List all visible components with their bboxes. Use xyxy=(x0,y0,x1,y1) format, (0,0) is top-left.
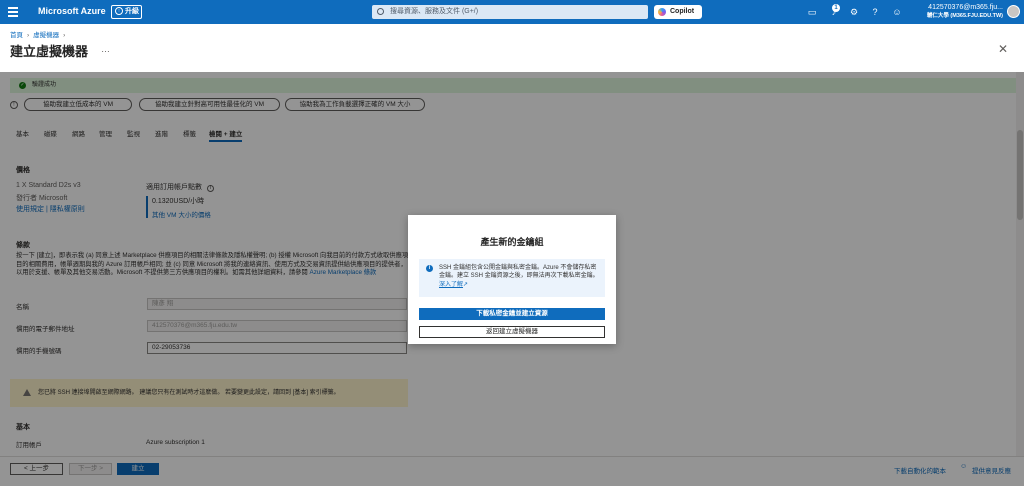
breadcrumb-vms[interactable]: 虛擬機器 xyxy=(33,32,59,39)
menu-icon[interactable] xyxy=(8,7,18,17)
feedback-icon[interactable]: ☺ xyxy=(891,6,903,18)
generate-key-pair-dialog: 產生新的金鑰組 i SSH 金鑰組包含公開金鑰與私密金鑰。Azure 不會儲存私… xyxy=(408,215,616,344)
account-info[interactable]: 412570376@m365.fju... 輔仁大學 (M365.FJU.EDU… xyxy=(917,3,1003,21)
breadcrumb-home[interactable]: 首頁 xyxy=(10,32,23,39)
close-icon[interactable]: ✕ xyxy=(998,42,1008,56)
chevron-right-icon: › xyxy=(27,32,30,39)
upgrade-button[interactable]: ↑ 升級 xyxy=(111,5,142,19)
info-icon: i xyxy=(426,265,433,272)
page-title: 建立虛擬機器 xyxy=(10,44,89,59)
account-org: 輔仁大學 (M365.FJU.EDU.TW) xyxy=(926,13,1003,19)
search-icon xyxy=(377,8,384,15)
brand-title[interactable]: Microsoft Azure xyxy=(38,6,106,16)
account-email: 412570376@m365.fju... xyxy=(928,4,1003,11)
search-placeholder: 搜尋資源、服務及文件 (G+/) xyxy=(390,8,479,15)
breadcrumb: 首頁 › 虛擬機器 › xyxy=(10,29,69,39)
learn-more-link[interactable]: 深入了解 xyxy=(439,282,463,288)
copilot-icon xyxy=(658,8,666,16)
cloud-shell-icon[interactable]: ▭ xyxy=(806,6,818,18)
dialog-title: 產生新的金鑰組 xyxy=(480,237,544,247)
avatar[interactable] xyxy=(1007,5,1020,18)
settings-icon[interactable]: ⚙ xyxy=(848,6,860,18)
dialog-info-box: i SSH 金鑰組包含公開金鑰與私密金鑰。Azure 不會儲存私密金鑰。建立 S… xyxy=(419,259,605,297)
search-input[interactable]: 搜尋資源、服務及文件 (G+/) xyxy=(372,5,648,19)
upgrade-label: 升級 xyxy=(125,8,139,15)
upgrade-icon: ↑ xyxy=(115,7,123,16)
help-icon[interactable]: ? xyxy=(869,6,881,18)
return-to-create-vm-button[interactable]: 返回建立虛擬機器 xyxy=(419,326,605,338)
download-key-create-button[interactable]: 下載私密金鑰並建立資源 xyxy=(419,308,605,320)
more-options-icon[interactable]: … xyxy=(101,44,110,54)
chevron-right-icon: › xyxy=(63,32,66,39)
top-bar: Microsoft Azure ↑ 升級 搜尋資源、服務及文件 (G+/) Cop… xyxy=(0,0,1024,24)
notification-badge: 1 xyxy=(832,4,840,12)
dialog-info-text: SSH 金鑰組包含公開金鑰與私密金鑰。Azure 不會儲存私密金鑰。建立 SSH… xyxy=(439,265,599,280)
copilot-button[interactable]: Copilot xyxy=(654,5,702,19)
copilot-label: Copilot xyxy=(670,8,695,15)
external-link-icon: ↗ xyxy=(463,281,469,288)
